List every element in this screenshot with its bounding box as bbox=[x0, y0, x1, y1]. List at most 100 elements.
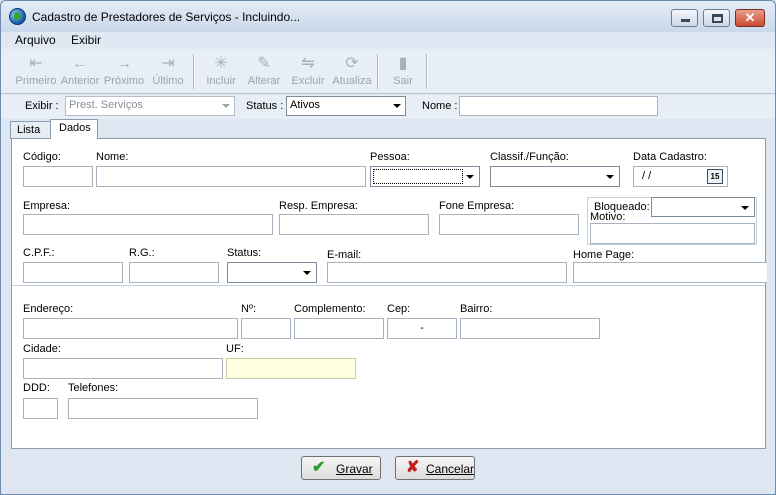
chevron-down-icon bbox=[303, 271, 311, 275]
cep-value: - bbox=[420, 322, 424, 334]
calendar-icon: 15 bbox=[710, 172, 720, 181]
checkmark-icon: ✔ bbox=[312, 459, 326, 476]
rg-input[interactable] bbox=[129, 262, 219, 283]
complemento-input[interactable] bbox=[294, 318, 384, 339]
window: Cadastro de Prestadores de Serviços - In… bbox=[0, 0, 776, 495]
motivo-input[interactable] bbox=[590, 223, 755, 244]
anterior-button[interactable]: ← Anterior bbox=[59, 53, 101, 91]
menu-bar: Arquivo Exibir bbox=[1, 32, 775, 49]
gravar-button[interactable]: ✔ Gravar bbox=[301, 456, 381, 480]
cpf-input[interactable] bbox=[23, 262, 123, 283]
first-record-icon: ⇤ bbox=[29, 55, 43, 72]
chevron-down-icon bbox=[606, 175, 614, 179]
home-page-label: Home Page: bbox=[573, 249, 635, 261]
cancelar-label: Cancelar bbox=[426, 462, 475, 476]
dados-panel: Código: Nome: Pessoa: Classif./Função: D… bbox=[11, 138, 767, 449]
cep-label: Cep: bbox=[387, 303, 411, 315]
incluir-button[interactable]: ✳ Incluir bbox=[200, 53, 242, 91]
classif-funcao-label: Classif./Função: bbox=[490, 151, 569, 163]
status-filter-label: Status : bbox=[246, 100, 284, 112]
complemento-label: Complemento: bbox=[294, 303, 366, 315]
chevron-down-icon bbox=[222, 104, 230, 108]
rg-label: R.G.: bbox=[129, 247, 155, 259]
title-bar[interactable]: Cadastro de Prestadores de Serviços - In… bbox=[1, 1, 775, 32]
bloqueado-select[interactable] bbox=[651, 197, 755, 217]
globe-icon bbox=[9, 8, 26, 25]
close-button[interactable]: ✕ bbox=[735, 9, 765, 27]
status-select[interactable] bbox=[227, 262, 317, 283]
next-arrow-icon: → bbox=[116, 55, 132, 72]
fone-empresa-label: Fone Empresa: bbox=[439, 200, 515, 212]
cidade-input[interactable] bbox=[23, 358, 223, 379]
excluir-button[interactable]: ⇋ Excluir bbox=[288, 53, 328, 91]
endereco-label: Endereço: bbox=[23, 303, 74, 315]
close-icon: ✕ bbox=[744, 10, 756, 25]
tab-lista[interactable]: Lista bbox=[10, 121, 51, 139]
exibir-label: Exibir : bbox=[25, 100, 59, 112]
nome-label: Nome: bbox=[96, 151, 129, 163]
last-record-icon: ⇥ bbox=[161, 55, 175, 72]
codigo-label: Código: bbox=[23, 151, 61, 163]
ultimo-button[interactable]: ⇥ Último bbox=[148, 53, 188, 91]
cep-input[interactable]: - bbox=[387, 318, 457, 339]
exibir-select[interactable]: Prest. Serviços bbox=[65, 96, 235, 116]
delete-record-icon: ⇋ bbox=[301, 55, 315, 72]
chevron-down-icon bbox=[741, 206, 749, 210]
proximo-button[interactable]: → Próximo bbox=[103, 53, 145, 91]
gravar-label: Gravar bbox=[336, 462, 373, 476]
motivo-label: Motivo: bbox=[590, 211, 626, 223]
status-filter-select[interactable]: Ativos bbox=[286, 96, 406, 116]
ddd-input[interactable] bbox=[23, 398, 58, 419]
empresa-input[interactable] bbox=[23, 214, 273, 235]
alterar-button[interactable]: ✎ Alterar bbox=[244, 53, 284, 91]
calendar-button[interactable]: 15 bbox=[707, 169, 723, 184]
nome-input[interactable] bbox=[96, 166, 366, 187]
focus-rect bbox=[373, 169, 463, 184]
edit-record-icon: ✎ bbox=[257, 55, 271, 72]
toolbar-separator bbox=[193, 54, 195, 89]
section-divider bbox=[12, 285, 765, 286]
telefones-label: Telefones: bbox=[68, 382, 119, 394]
maximize-icon bbox=[712, 14, 723, 23]
bairro-input[interactable] bbox=[460, 318, 600, 339]
nome-filter-input[interactable] bbox=[459, 96, 658, 116]
minimize-icon bbox=[681, 19, 690, 22]
tab-dados[interactable]: Dados bbox=[50, 119, 98, 139]
status-filter-value: Ativos bbox=[290, 99, 320, 111]
cidade-label: Cidade: bbox=[23, 343, 61, 355]
menu-arquivo[interactable]: Arquivo bbox=[15, 33, 56, 47]
proximo-label: Próximo bbox=[103, 75, 145, 87]
maximize-button[interactable] bbox=[703, 9, 730, 27]
incluir-label: Incluir bbox=[206, 75, 236, 87]
codigo-input[interactable] bbox=[23, 166, 93, 187]
empresa-label: Empresa: bbox=[23, 200, 71, 212]
uf-input[interactable] bbox=[226, 358, 356, 379]
numero-label: Nº: bbox=[241, 303, 257, 315]
nome-filter-label: Nome : bbox=[422, 100, 458, 112]
home-page-input[interactable] bbox=[573, 262, 767, 283]
refresh-icon: ⟳ bbox=[345, 55, 359, 72]
bairro-label: Bairro: bbox=[460, 303, 493, 315]
cancel-x-icon: ✘ bbox=[406, 459, 420, 476]
telefones-input[interactable] bbox=[68, 398, 258, 419]
cancelar-button[interactable]: ✘ Cancelar bbox=[395, 456, 475, 480]
fone-empresa-input[interactable] bbox=[439, 214, 579, 235]
menu-exibir[interactable]: Exibir bbox=[71, 33, 101, 47]
resp-empresa-label: Resp. Empresa: bbox=[279, 200, 358, 212]
toolbar: ⇤ Primeiro ← Anterior → Próximo ⇥ Último… bbox=[1, 49, 775, 94]
minimize-button[interactable] bbox=[671, 9, 698, 27]
new-record-icon: ✳ bbox=[214, 55, 228, 72]
toolbar-separator bbox=[426, 54, 428, 89]
atualiza-button[interactable]: ⟳ Atualiza bbox=[330, 53, 374, 91]
resp-empresa-input[interactable] bbox=[279, 214, 429, 235]
exit-door-icon: ▮ bbox=[398, 55, 408, 72]
primeiro-button[interactable]: ⇤ Primeiro bbox=[15, 53, 57, 91]
alterar-label: Alterar bbox=[247, 75, 281, 87]
endereco-input[interactable] bbox=[23, 318, 238, 339]
email-input[interactable] bbox=[327, 262, 567, 283]
sair-button[interactable]: ▮ Sair bbox=[386, 53, 420, 91]
numero-input[interactable] bbox=[241, 318, 291, 339]
chevron-down-icon bbox=[393, 104, 401, 108]
pessoa-select[interactable] bbox=[370, 166, 480, 187]
classif-funcao-select[interactable] bbox=[490, 166, 620, 187]
